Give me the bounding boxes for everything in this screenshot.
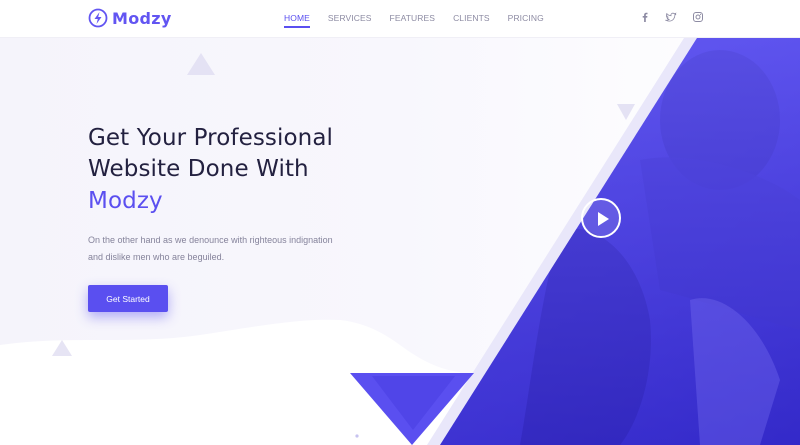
- hero-title-line-2: Website Done With: [88, 156, 309, 182]
- brand-name: Modzy: [112, 8, 172, 28]
- decor-triangle-right: [617, 104, 635, 120]
- lightning-circle-icon: [88, 8, 108, 28]
- nav-home[interactable]: HOME: [284, 13, 310, 28]
- hero-subtitle: On the other hand as we denounce with ri…: [88, 235, 333, 262]
- decor-triangle-top: [187, 53, 215, 75]
- main-nav: HOME SERVICES FEATURES CLIENTS PRICING: [284, 13, 562, 28]
- play-video-button[interactable]: [581, 198, 621, 238]
- facebook-icon[interactable]: [639, 11, 651, 23]
- hero-title-line-1: Get Your Professional: [88, 125, 334, 151]
- nav-features[interactable]: FEATURES: [390, 13, 436, 27]
- play-icon: [598, 212, 609, 226]
- nav-clients[interactable]: CLIENTS: [453, 13, 490, 27]
- hero-title-brand: Modzy: [88, 188, 163, 214]
- nav-pricing[interactable]: PRICING: [508, 13, 544, 27]
- hero-artwork: [0, 38, 800, 445]
- get-started-button[interactable]: Get Started: [88, 285, 168, 312]
- instagram-icon[interactable]: [692, 11, 704, 23]
- landing-page: Modzy HOME SERVICES FEATURES CLIENTS PRI…: [0, 0, 800, 445]
- logo[interactable]: Modzy: [88, 8, 172, 28]
- site-header: Modzy HOME SERVICES FEATURES CLIENTS PRI…: [0, 0, 800, 38]
- nav-services[interactable]: SERVICES: [328, 13, 372, 27]
- twitter-icon[interactable]: [665, 11, 677, 23]
